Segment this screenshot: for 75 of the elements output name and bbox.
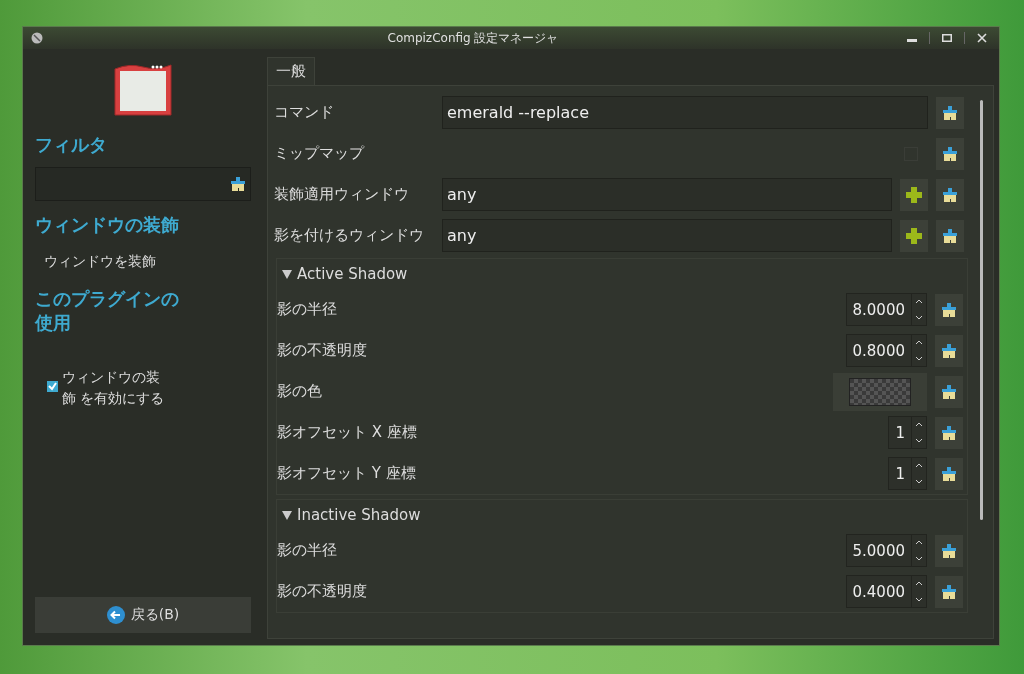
usage-heading: このプラグインの使用 bbox=[35, 287, 180, 335]
brush-icon bbox=[942, 186, 958, 203]
tab[interactable]: 一般 bbox=[267, 57, 315, 85]
brush-icon bbox=[941, 465, 957, 482]
maximize-icon bbox=[942, 33, 952, 43]
chevron-up-icon bbox=[915, 463, 923, 469]
spin-field[interactable]: 0.4000 bbox=[845, 575, 927, 608]
checkbox-label: ウィンドウの装飾 を有効にする bbox=[62, 368, 166, 408]
plus-icon bbox=[906, 227, 922, 244]
brush-icon bbox=[941, 424, 957, 441]
app-icon bbox=[31, 32, 43, 44]
brush-icon bbox=[230, 176, 246, 192]
text-field[interactable]: any bbox=[442, 178, 892, 211]
chevron-up-icon bbox=[915, 340, 923, 346]
chevron-up-icon bbox=[915, 540, 923, 546]
brush-icon bbox=[942, 227, 958, 244]
filter-heading: フィルタ bbox=[35, 133, 108, 157]
option-label: 影の不透明度 bbox=[277, 341, 368, 360]
option-label: 影を付けるウィンドウ bbox=[274, 226, 425, 245]
reset-button[interactable] bbox=[936, 137, 964, 170]
spin-field[interactable]: 1 bbox=[888, 416, 927, 449]
chevron-down-icon bbox=[915, 437, 923, 443]
chevron-up-icon bbox=[915, 422, 923, 428]
plugin-description: ウィンドウを装飾 bbox=[44, 253, 157, 271]
reset-button[interactable] bbox=[936, 178, 964, 211]
brush-icon bbox=[941, 342, 957, 359]
option-label: 影の半径 bbox=[277, 541, 338, 560]
reset-button[interactable] bbox=[935, 534, 963, 567]
chevron-down-icon bbox=[915, 355, 923, 361]
brush-icon bbox=[941, 583, 957, 600]
option-label: 影の不透明度 bbox=[277, 582, 368, 601]
brush-icon bbox=[941, 301, 957, 318]
spin-field[interactable]: 1 bbox=[888, 457, 927, 490]
reset-button[interactable] bbox=[936, 219, 964, 252]
option-label: 影の色 bbox=[277, 382, 323, 401]
reset-button[interactable] bbox=[935, 334, 963, 367]
text-field[interactable]: any bbox=[442, 219, 892, 252]
brush-icon bbox=[942, 104, 958, 121]
add-button[interactable] bbox=[900, 219, 928, 252]
reset-button[interactable] bbox=[936, 96, 964, 129]
chevron-down-icon bbox=[915, 555, 923, 561]
section-header[interactable]: Active Shadow bbox=[277, 259, 414, 289]
back-button[interactable]: 戻る(B) bbox=[35, 597, 251, 633]
text-field[interactable]: emerald --replace bbox=[442, 96, 928, 129]
option-label: 影の半径 bbox=[277, 300, 338, 319]
option-label: 装飾適用ウィンドウ bbox=[274, 185, 410, 204]
add-button[interactable] bbox=[900, 178, 928, 211]
chevron-down-icon bbox=[915, 596, 923, 602]
reset-button[interactable] bbox=[935, 575, 963, 608]
plus-icon bbox=[906, 186, 922, 203]
reset-button[interactable] bbox=[935, 293, 963, 326]
spin-field[interactable]: 5.0000 bbox=[845, 534, 927, 567]
close-icon bbox=[977, 33, 987, 43]
chevron-down-icon bbox=[915, 478, 923, 484]
window-title: CompizConfig 設定マネージャ bbox=[386, 29, 560, 47]
section-header[interactable]: Inactive Shadow bbox=[277, 500, 427, 530]
reset-button[interactable] bbox=[935, 375, 963, 408]
window-icon bbox=[112, 61, 174, 119]
color-button[interactable] bbox=[833, 372, 927, 411]
chevron-up-icon bbox=[915, 299, 923, 305]
brush-icon bbox=[941, 383, 957, 400]
option-label: 影オフセット Y 座標 bbox=[277, 464, 417, 483]
filter-field[interactable] bbox=[35, 167, 251, 201]
reset-button[interactable] bbox=[935, 457, 963, 490]
plugin-heading: ウィンドウの装飾 bbox=[35, 213, 180, 237]
chevron-up-icon bbox=[915, 581, 923, 587]
option-label: 影オフセット X 座標 bbox=[277, 423, 418, 442]
spin-field[interactable]: 8.0000 bbox=[845, 293, 927, 326]
reset-button[interactable] bbox=[935, 416, 963, 449]
brush-icon bbox=[942, 145, 958, 162]
option-label: コマンド bbox=[274, 103, 335, 122]
option-label: ミップマップ bbox=[274, 144, 366, 163]
brush-icon bbox=[941, 542, 957, 559]
chevron-down-icon bbox=[915, 314, 923, 320]
spin-field[interactable]: 0.8000 bbox=[845, 334, 927, 367]
